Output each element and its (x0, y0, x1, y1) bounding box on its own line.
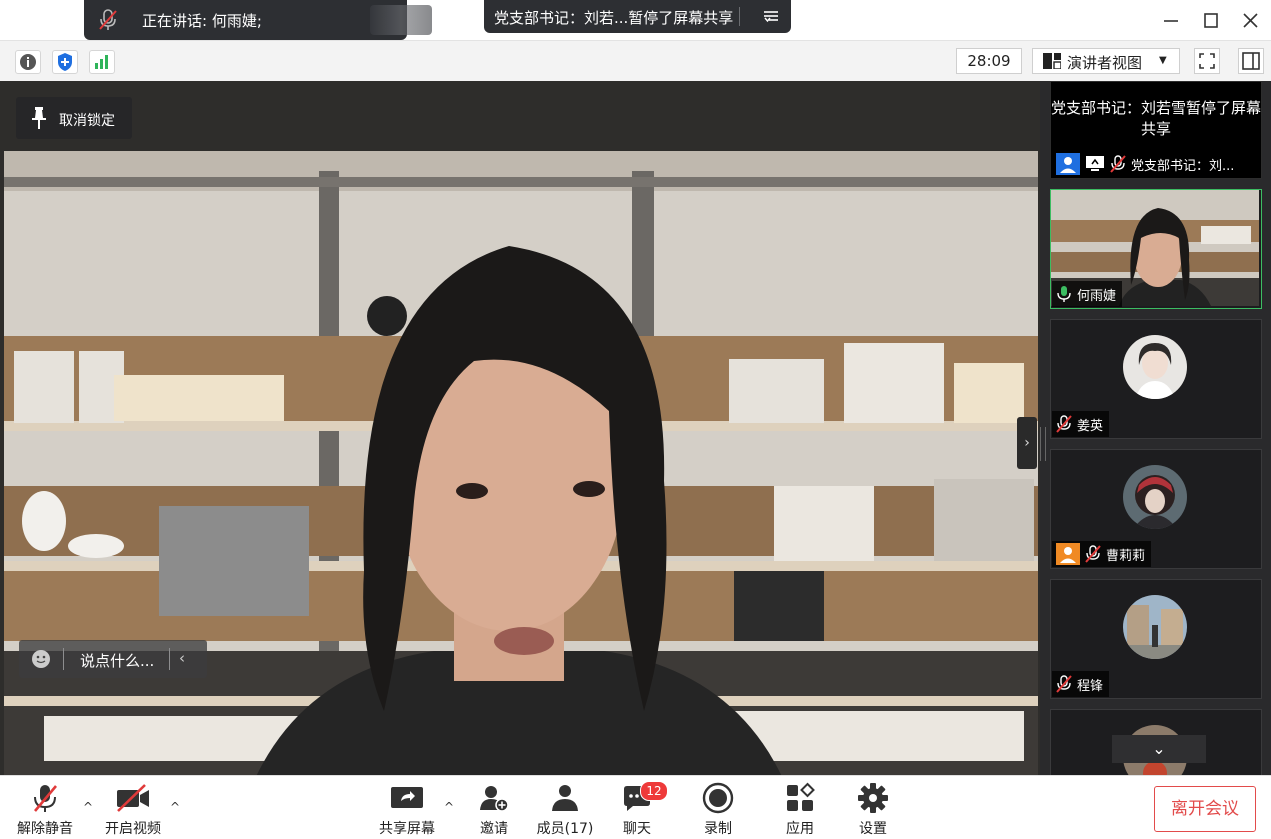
scroll-down-button[interactable]: ⌄ (1112, 735, 1206, 763)
share-screen-icon (391, 787, 423, 808)
chevron-left-icon[interactable]: ‹ (179, 649, 185, 667)
main-video-area[interactable]: 取消锁定 说点什么... ‹ › (0, 81, 1040, 775)
record-icon (702, 782, 734, 814)
participant-tile[interactable]: 程锋 (1050, 579, 1262, 699)
participant-tile[interactable]: 何雨婕 (1050, 189, 1262, 309)
share-owner-name: 党支部书记：刘... (1131, 158, 1235, 174)
leave-meeting-button[interactable]: 离开会议 (1154, 786, 1256, 832)
invite-label: 邀请 (480, 821, 508, 837)
participant-name: 姜英 (1077, 418, 1104, 434)
avatar (1123, 335, 1187, 399)
audio-options-chevron-icon[interactable]: ^ (83, 800, 93, 814)
quick-chat-input[interactable]: 说点什么... ‹ (19, 640, 207, 678)
blurred-region (370, 5, 432, 35)
share-screen-label: 共享屏幕 (379, 821, 435, 837)
participant-name: 何雨婕 (1077, 288, 1117, 304)
chevron-down-icon: ▼ (1159, 55, 1167, 66)
share-paused-message: 党支部书记：刘若雪暂停了屏幕共享 (1051, 99, 1262, 138)
chevron-right-icon: › (1024, 435, 1030, 451)
shield-icon[interactable] (52, 50, 78, 74)
participant-tile[interactable]: 曹莉莉 (1050, 449, 1262, 569)
record-button[interactable]: 录制 (698, 782, 738, 838)
mic-muted-icon (1085, 545, 1101, 563)
list-menu-icon[interactable] (763, 8, 779, 28)
user-icon (1056, 543, 1080, 565)
resize-handle[interactable] (1040, 427, 1046, 461)
members-icon (552, 785, 578, 811)
chat-placeholder: 说点什么... (80, 652, 155, 670)
participant-name: 曹莉莉 (1106, 548, 1146, 564)
title-bar: 正在讲话: 何雨婕; 党支部书记：刘若...暂停了屏幕共享 (0, 0, 1271, 40)
info-icon[interactable] (15, 50, 41, 74)
unmute-button[interactable]: 解除静音 (12, 782, 78, 838)
share-owner-tag: 党支部书记：刘... (1052, 151, 1241, 177)
apps-button[interactable]: 应用 (780, 782, 820, 838)
share-options-chevron-icon[interactable]: ^ (444, 800, 454, 814)
members-label: 成员(17) (536, 821, 594, 837)
add-user-icon (480, 786, 509, 812)
settings-label: 设置 (859, 821, 887, 837)
screen-share-tile[interactable]: 党支部书记：刘若雪暂停了屏幕共享 党支部书记：刘... (1050, 81, 1262, 179)
participant-name-tag: 何雨婕 (1052, 281, 1123, 307)
user-icon (1056, 153, 1080, 175)
camera-off-icon (117, 784, 149, 812)
participant-name-tag: 姜英 (1052, 411, 1110, 437)
settings-button[interactable]: 设置 (853, 782, 893, 838)
minimize-icon[interactable] (1160, 10, 1182, 32)
divider (63, 648, 64, 670)
close-icon[interactable] (1240, 10, 1262, 32)
side-panel-toggle-icon[interactable] (1238, 48, 1264, 74)
meeting-info-bar: 28:09 演讲者视图 ▼ (0, 40, 1271, 82)
participant-name-tag: 曹莉莉 (1052, 541, 1152, 567)
avatar (1123, 595, 1187, 659)
chevron-down-icon: ⌄ (1152, 739, 1166, 758)
mic-muted-icon (1056, 415, 1072, 433)
share-screen-button[interactable]: 共享屏幕 (376, 782, 438, 838)
mic-muted-icon (1110, 155, 1126, 173)
participant-tile[interactable]: 姜英 (1050, 319, 1262, 439)
apps-icon (787, 782, 815, 811)
start-video-label: 开启视频 (105, 821, 161, 837)
view-mode-label: 演讲者视图 (1067, 54, 1143, 72)
participant-name-tag: 程锋 (1052, 671, 1110, 697)
chat-label: 聊天 (623, 821, 651, 837)
screen-share-icon (1086, 156, 1104, 171)
speaker-view-icon (1043, 53, 1062, 73)
unpin-label: 取消锁定 (59, 113, 115, 129)
participant-name: 程锋 (1077, 678, 1104, 694)
maximize-icon[interactable] (1200, 10, 1222, 32)
mic-active-icon (1057, 286, 1071, 302)
divider (739, 7, 740, 26)
expand-panel-button[interactable]: › (1017, 417, 1037, 469)
active-speaker-text: 正在讲话: 何雨婕; (142, 12, 262, 30)
meeting-timer: 28:09 (956, 48, 1022, 74)
divider (169, 648, 170, 670)
unpin-button[interactable]: 取消锁定 (16, 97, 132, 139)
speaker-video-feed (4, 151, 1038, 775)
signal-strength-icon[interactable] (89, 50, 115, 74)
unread-count-badge: 12 (640, 781, 668, 801)
avatar (1123, 465, 1187, 529)
emoji-icon[interactable] (31, 649, 51, 673)
pin-icon (32, 107, 46, 133)
mic-muted-icon (34, 785, 57, 812)
invite-button[interactable]: 邀请 (474, 782, 514, 838)
mic-muted-icon (1056, 675, 1072, 693)
share-status-banner[interactable]: 党支部书记：刘若...暂停了屏幕共享 (484, 0, 791, 33)
view-mode-dropdown[interactable]: 演讲者视图 ▼ (1032, 48, 1180, 74)
unmute-label: 解除静音 (17, 821, 73, 837)
share-status-text: 党支部书记：刘若...暂停了屏幕共享 (494, 9, 734, 27)
start-video-button[interactable]: 开启视频 (100, 782, 166, 838)
apps-label: 应用 (786, 821, 814, 837)
record-label: 录制 (704, 821, 732, 837)
meeting-toolbar: 解除静音 ^ 开启视频 ^ 共享屏幕 ^ 邀请 成员(17) 聊天 12 录制 … (0, 775, 1271, 839)
fullscreen-icon[interactable] (1194, 48, 1220, 74)
members-button[interactable]: 成员(17) (534, 782, 596, 838)
gear-icon (858, 783, 888, 813)
participants-gallery: 党支部书记：刘若雪暂停了屏幕共享 党支部书记：刘... 何雨婕 姜英 曹莉莉 程… (1040, 81, 1271, 775)
video-options-chevron-icon[interactable]: ^ (170, 800, 180, 814)
active-speaker-banner: 正在讲话: 何雨婕; (84, 0, 432, 40)
mic-muted-icon (98, 9, 118, 35)
